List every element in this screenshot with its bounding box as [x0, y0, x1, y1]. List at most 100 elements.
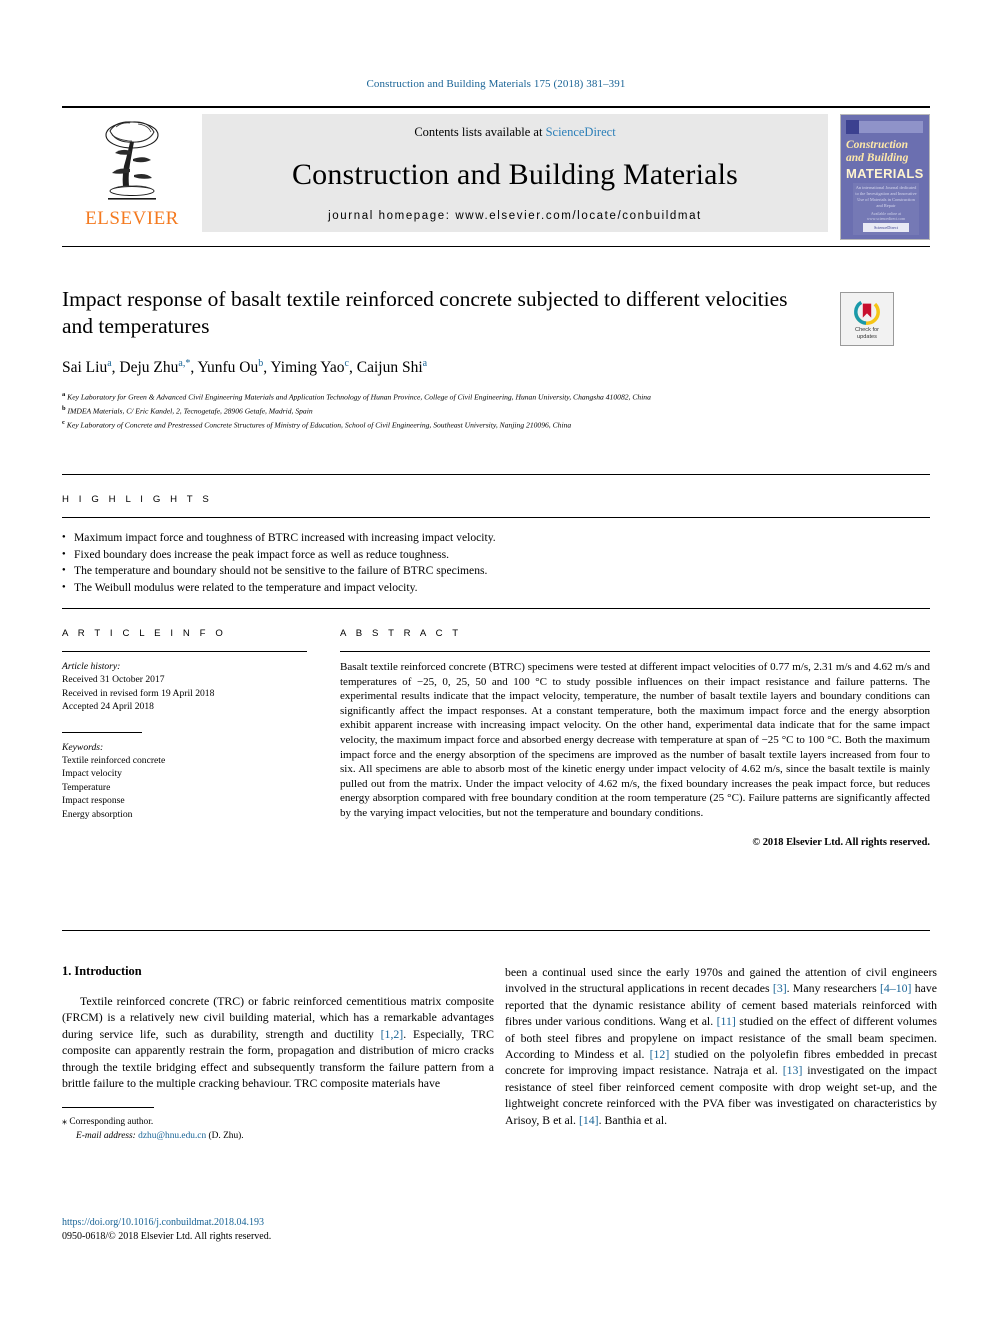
- email-suffix: (D. Zhu).: [208, 1131, 244, 1142]
- elsevier-wordmark: ELSEVIER: [85, 208, 179, 229]
- paragraph-part: . Many researchers: [786, 981, 880, 996]
- cover-footer-badge: ScienceDirect: [863, 223, 909, 232]
- article-info-heading: A R T I C L E I N F O: [62, 628, 227, 639]
- asterisk-icon: ⁎: [62, 1116, 67, 1128]
- email-link[interactable]: dzhu@hnu.edu.cn: [138, 1131, 206, 1141]
- abstract-bottom-divider: [62, 930, 930, 931]
- keyword-item[interactable]: Impact response: [62, 794, 307, 807]
- abstract-divider: [340, 651, 930, 652]
- citation-ref[interactable]: [1,2]: [381, 1027, 404, 1041]
- affiliation-text: Key Laboratory for Green & Advanced Civi…: [67, 392, 651, 402]
- highlights-list: Maximum impact force and toughness of BT…: [62, 529, 752, 597]
- keywords-divider: [62, 731, 142, 733]
- citation-ref[interactable]: [3]: [773, 981, 787, 995]
- author-name: Yunfu Ou: [197, 359, 259, 377]
- cover-blurb: An international Journal dedicated to th…: [855, 185, 917, 208]
- copyright-line: © 2018 Elsevier Ltd. All rights reserved…: [752, 836, 930, 848]
- title-divider: [62, 246, 930, 247]
- journal-masthead: ELSEVIER Contents lists available at Sci…: [62, 106, 930, 240]
- running-head: Construction and Building Materials 175 …: [366, 78, 626, 90]
- author-list: Sai Liua, Deju Zhua,*, Yunfu Oub, Yiming…: [62, 358, 428, 377]
- cover-title-line1: Construction: [846, 139, 908, 151]
- paragraph: been a continual used since the early 19…: [505, 964, 937, 1128]
- footnote-block: ⁎ Corresponding author. E-mail address: …: [62, 1115, 494, 1143]
- author-affil-marker[interactable]: a: [107, 358, 111, 369]
- citation-ref[interactable]: [11]: [717, 1014, 736, 1028]
- masthead-center-panel: Contents lists available at ScienceDirec…: [202, 114, 828, 232]
- cover-title-line2: and Building: [846, 152, 909, 164]
- affiliation-text: IMDEA Materials, C/ Eric Kandel, 2, Tecn…: [67, 406, 313, 416]
- affiliation-marker: b: [62, 405, 66, 413]
- affiliation-text: Key Laboratory of Concrete and Prestress…: [66, 420, 572, 430]
- paragraph: Textile reinforced concrete (TRC) or fab…: [62, 993, 494, 1091]
- sciencedirect-link[interactable]: ScienceDirect: [546, 125, 616, 139]
- author-name: Deju Zhu: [119, 359, 179, 377]
- article-info-divider: [62, 651, 307, 652]
- author-name: Caijun Shi: [356, 359, 423, 377]
- crossmark-badge[interactable]: Check for updates: [840, 292, 894, 346]
- keyword-item[interactable]: Energy absorption: [62, 808, 307, 821]
- crossmark-line2: updates: [857, 333, 877, 340]
- author-affil-marker[interactable]: b: [258, 358, 263, 369]
- article-history-item: Received in revised form 19 April 2018: [62, 687, 215, 699]
- doi-link[interactable]: https://doi.org/10.1016/j.conbuildmat.20…: [62, 1216, 494, 1230]
- highlights-mid-divider: [62, 517, 930, 518]
- journal-homepage[interactable]: journal homepage: www.elsevier.com/locat…: [328, 210, 702, 222]
- citation-ref[interactable]: [4–10]: [880, 981, 911, 995]
- citation-ref[interactable]: [13]: [783, 1063, 803, 1077]
- keyword-item[interactable]: Impact velocity: [62, 767, 307, 780]
- keyword-item[interactable]: Textile reinforced concrete: [62, 754, 307, 767]
- abstract-heading: A B S T R A C T: [340, 628, 462, 639]
- corresponding-author-note: ⁎ Corresponding author.: [62, 1115, 494, 1130]
- body-column-left: 1. Introduction Textile reinforced concr…: [62, 964, 494, 1144]
- crossmark-line1: Check for: [855, 326, 879, 333]
- cover-footer-label: Available online at www.sciencedirect.co…: [866, 211, 906, 221]
- keyword-item[interactable]: Temperature: [62, 781, 307, 794]
- footnote-divider: [62, 1107, 154, 1109]
- citation-ref[interactable]: [14]: [579, 1113, 599, 1127]
- doi-footer: https://doi.org/10.1016/j.conbuildmat.20…: [62, 1216, 494, 1244]
- list-item: Maximum impact force and toughness of BT…: [62, 529, 752, 547]
- highlights-heading: H I G H L I G H T S: [62, 494, 213, 505]
- article-info-body: Article history: Received 31 October 201…: [62, 660, 307, 821]
- author-affil-marker[interactable]: a: [423, 358, 427, 369]
- elsevier-tree-icon: [105, 121, 159, 200]
- contents-prefix: Contents lists available at: [414, 125, 546, 139]
- title-block: Impact response of basalt textile reinfo…: [62, 286, 822, 432]
- affiliation-marker: a: [62, 391, 66, 399]
- citation-ref[interactable]: [12]: [650, 1047, 670, 1061]
- paper-page: Construction and Building Materials 175 …: [0, 0, 992, 1323]
- author-affil-marker[interactable]: c: [345, 358, 349, 369]
- corresponding-author-label: Corresponding author.: [69, 1117, 154, 1128]
- affiliation-item: a Key Laboratory for Green & Advanced Ci…: [62, 389, 822, 403]
- author-affil-marker[interactable]: a,*: [178, 358, 190, 369]
- article-history-item: Received 31 October 2017: [62, 674, 165, 686]
- page-title: Impact response of basalt textile reinfo…: [62, 287, 788, 338]
- keywords-label: Keywords:: [62, 741, 104, 753]
- journal-title: Construction and Building Materials: [291, 158, 739, 191]
- list-item: The temperature and boundary should not …: [62, 562, 752, 580]
- affiliation-list: a Key Laboratory for Green & Advanced Ci…: [62, 389, 822, 431]
- cover-title-line3: MATERIALS: [846, 166, 924, 181]
- email-label: E-mail address:: [76, 1131, 136, 1142]
- author-name: Sai Liu: [62, 359, 108, 377]
- email-note: E-mail address: dzhu@hnu.edu.cn (D. Zhu)…: [62, 1130, 494, 1144]
- affiliation-item: b IMDEA Materials, C/ Eric Kandel, 2, Te…: [62, 403, 822, 417]
- affiliation-marker: c: [62, 419, 65, 427]
- abstract-text: Basalt textile reinforced concrete (BTRC…: [340, 661, 930, 819]
- highlights-bottom-divider: [62, 608, 930, 609]
- issn-copyright-line: 0950-0618/© 2018 Elsevier Ltd. All right…: [62, 1231, 272, 1242]
- elsevier-logo: ELSEVIER: [62, 114, 202, 232]
- journal-cover-thumbnail[interactable]: Construction and Building MATERIALS An i…: [840, 114, 930, 240]
- contents-line: Contents lists available at ScienceDirec…: [414, 125, 615, 140]
- author-name: Yiming Yao: [270, 359, 345, 377]
- crossmark-label: Check for updates: [855, 327, 879, 340]
- cover-logo-square: [846, 120, 859, 134]
- article-history-label: Article history:: [62, 661, 121, 672]
- article-history-item: Accepted 24 April 2018: [62, 701, 154, 713]
- highlights-top-divider: [62, 474, 930, 475]
- abstract-body: Basalt textile reinforced concrete (BTRC…: [340, 660, 930, 850]
- list-item: The Weibull modulus were related to the …: [62, 579, 752, 597]
- affiliation-item: c Key Laboratory of Concrete and Prestre…: [62, 417, 822, 431]
- list-item: Fixed boundary does increase the peak im…: [62, 546, 752, 564]
